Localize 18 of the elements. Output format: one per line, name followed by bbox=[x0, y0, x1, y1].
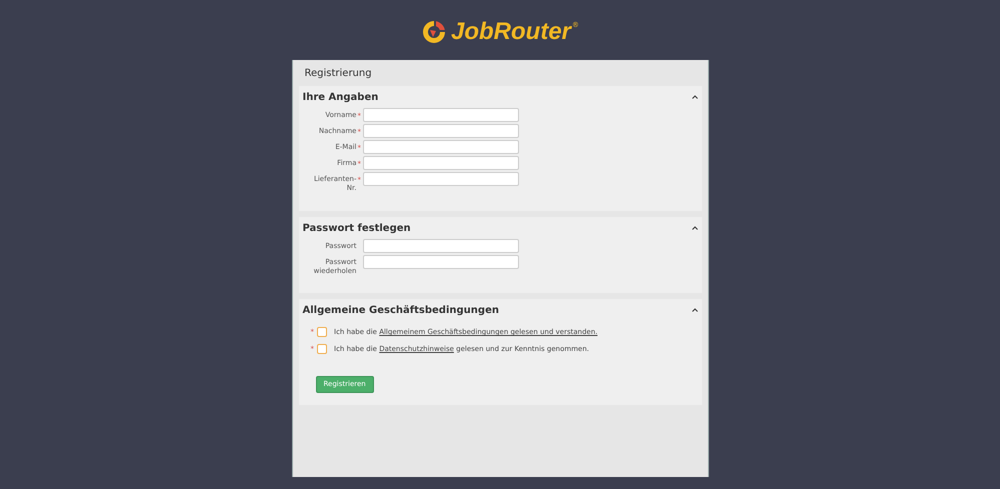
input-field[interactable] bbox=[362, 124, 518, 138]
input-field[interactable] bbox=[362, 108, 518, 122]
checkbox[interactable] bbox=[317, 327, 327, 338]
input-field[interactable] bbox=[362, 140, 518, 154]
section-title: Ihre Angaben bbox=[302, 90, 378, 104]
input-field[interactable] bbox=[362, 156, 518, 170]
checkbox[interactable] bbox=[317, 344, 327, 354]
logo-icon bbox=[421, 19, 447, 45]
input-field[interactable] bbox=[362, 255, 518, 269]
logo-text: JobRouter bbox=[451, 20, 571, 44]
collapse-icon[interactable] bbox=[692, 308, 698, 312]
section-title: Allgemeine Geschäftsbedingungen bbox=[302, 304, 499, 318]
input-field[interactable] bbox=[362, 172, 518, 186]
panel-title: Registrierung bbox=[304, 66, 373, 80]
collapse-icon[interactable] bbox=[692, 226, 698, 230]
collapse-icon[interactable] bbox=[692, 95, 698, 99]
input-field[interactable] bbox=[362, 239, 518, 253]
section-title: Passwort festlegen bbox=[302, 222, 411, 236]
